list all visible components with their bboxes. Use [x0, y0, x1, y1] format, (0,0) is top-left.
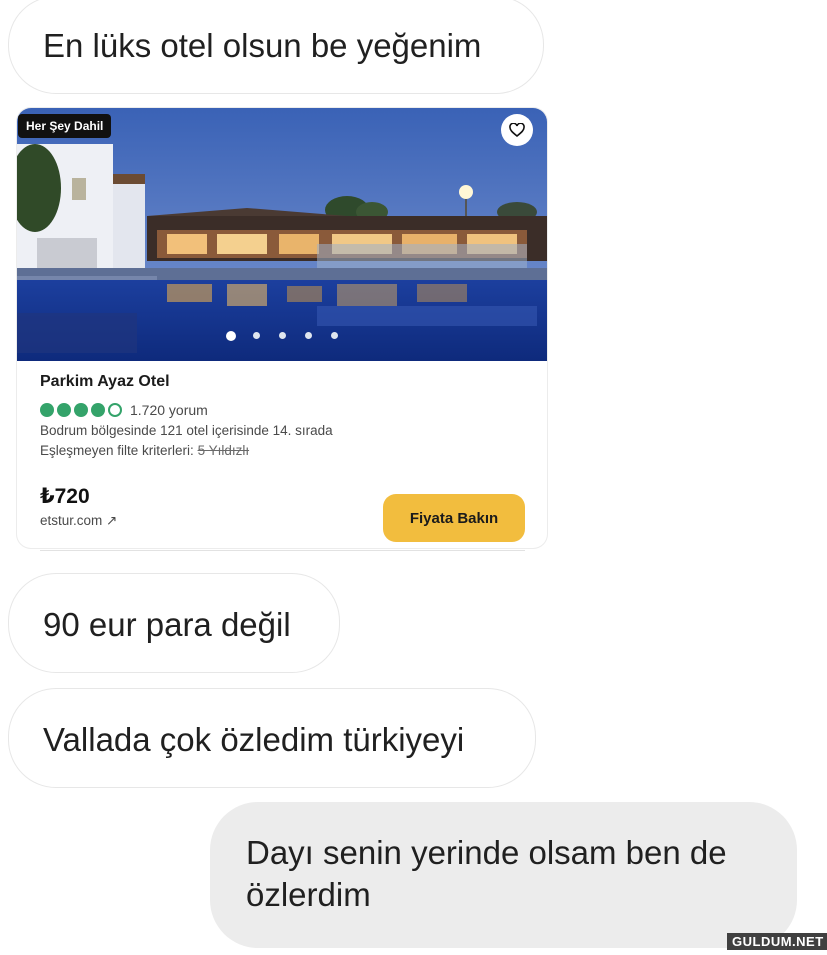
- carousel-dot[interactable]: [279, 332, 286, 339]
- hotel-name[interactable]: Parkim Ayaz Otel: [40, 373, 170, 391]
- message-bubble-3: Vallada çok özledim türkiyeyi: [8, 688, 536, 788]
- rating-circle-filled: [40, 403, 54, 417]
- site-watermark: GULDUM.NET: [727, 933, 827, 950]
- view-price-button[interactable]: Fiyata Bakın: [383, 494, 525, 542]
- price: ₺720: [40, 485, 90, 508]
- divider: [40, 550, 525, 551]
- message-bubble-2: 90 eur para değil: [8, 573, 340, 673]
- message-text: Vallada çok özledim türkiyeyi: [43, 721, 465, 758]
- ranking-text: Bodrum bölgesinde 121 otel içerisinde 14…: [40, 423, 333, 438]
- message-bubble-1: En lüks otel olsun be yeğenim: [8, 0, 544, 94]
- heart-icon: [509, 123, 525, 137]
- message-bubble-4: Dayı senin yerinde olsam ben de özlerdim: [210, 802, 797, 948]
- mismatch-value: 5 Yıldızlı: [197, 443, 250, 458]
- mismatch-filters: Eşleşmeyen filte kriterleri: 5 Yıldızlı: [40, 443, 249, 458]
- photo-carousel-dots: [0, 331, 547, 346]
- hotel-card[interactable]: [17, 108, 547, 548]
- carousel-dot[interactable]: [253, 332, 260, 339]
- rating-bubbles: 1.720 yorum: [40, 401, 208, 419]
- carousel-dot[interactable]: [331, 332, 338, 339]
- carousel-dot-active[interactable]: [226, 331, 236, 341]
- hotel-photo[interactable]: [17, 108, 547, 361]
- favorite-heart-button[interactable]: [501, 114, 533, 146]
- review-count[interactable]: 1.720 yorum: [130, 402, 208, 418]
- provider-link[interactable]: etstur.com ↗: [40, 513, 117, 529]
- message-text: En lüks otel olsun be yeğenim: [43, 27, 482, 64]
- rating-circle-empty: [108, 403, 122, 417]
- carousel-dot[interactable]: [305, 332, 312, 339]
- rating-circle-filled: [57, 403, 71, 417]
- message-text: 90 eur para değil: [43, 606, 291, 643]
- mismatch-label: Eşleşmeyen filte kriterleri:: [40, 443, 194, 458]
- message-text-line-2: özlerdim: [246, 876, 371, 913]
- message-text-line-1: Dayı senin yerinde olsam ben de: [246, 834, 727, 871]
- all-inclusive-badge: Her Şey Dahil: [18, 114, 112, 138]
- rating-circle-filled: [91, 403, 105, 417]
- rating-circle-filled: [74, 403, 88, 417]
